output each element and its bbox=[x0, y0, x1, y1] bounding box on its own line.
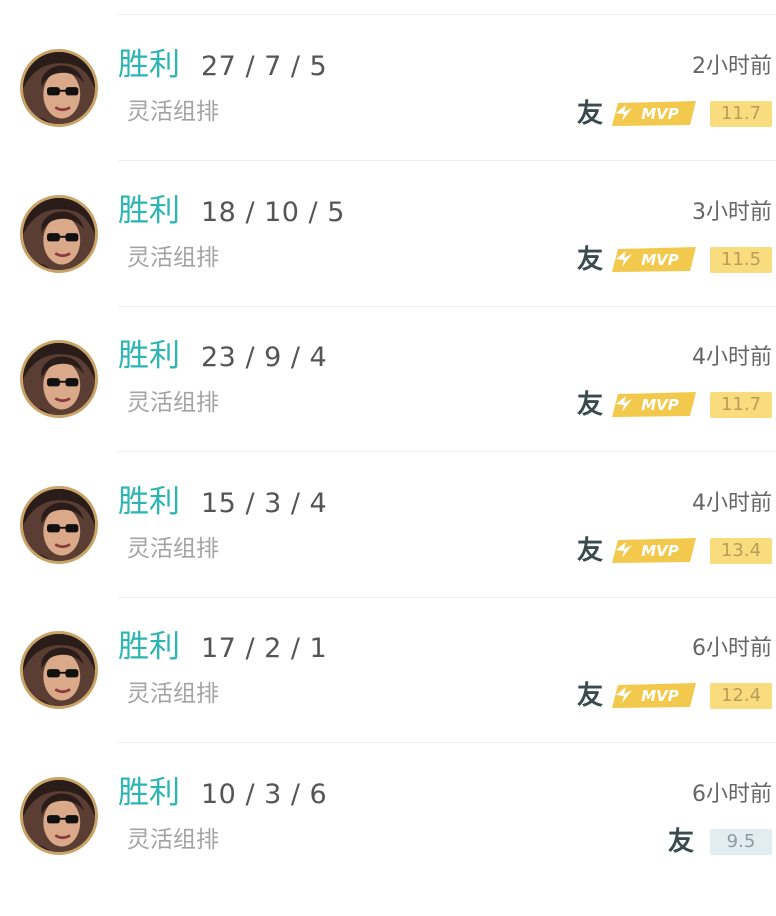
friend-tag: 友 bbox=[577, 99, 604, 129]
svg-text:MVP: MVP bbox=[641, 251, 679, 269]
match-time: 4小时前 bbox=[692, 345, 772, 370]
game-mode: 灵活组排 bbox=[127, 681, 219, 707]
kda-stats: 17 / 2 / 1 bbox=[201, 633, 328, 664]
mvp-badge-icon: MVP bbox=[612, 101, 696, 126]
kda-stats: 15 / 3 / 4 bbox=[201, 487, 328, 519]
match-time: 4小时前 bbox=[692, 490, 772, 516]
mvp-badge-icon: MVP bbox=[612, 683, 696, 708]
performance-score: 13.4 bbox=[710, 537, 772, 564]
hero-avatar-icon bbox=[20, 194, 98, 273]
mvp-badge-icon: MVP bbox=[612, 392, 696, 417]
game-mode: 灵活组排 bbox=[127, 390, 219, 416]
match-row[interactable]: 胜利 10 / 3 / 6 灵活组排 6小时前 友 9.5 bbox=[0, 771, 776, 916]
match-result: 胜利 bbox=[118, 483, 180, 520]
mvp-badge-icon: MVP bbox=[612, 537, 696, 563]
mvp-badge-icon: MVP bbox=[612, 246, 696, 272]
performance-score: 11.7 bbox=[710, 392, 772, 418]
friend-tag: 友 bbox=[577, 681, 604, 711]
row-divider bbox=[118, 742, 776, 743]
svg-text:MVP: MVP bbox=[641, 105, 679, 123]
match-time: 3小时前 bbox=[692, 199, 772, 225]
friend-tag: 友 bbox=[577, 390, 604, 420]
game-mode: 灵活组排 bbox=[127, 99, 219, 125]
friend-tag: 友 bbox=[668, 826, 695, 857]
match-result: 胜利 bbox=[118, 192, 180, 229]
hero-avatar-icon bbox=[20, 485, 98, 564]
game-mode: 灵活组排 bbox=[127, 535, 219, 562]
performance-score: 9.5 bbox=[710, 828, 772, 855]
hero-avatar-icon bbox=[20, 776, 98, 855]
friend-tag: 友 bbox=[577, 244, 604, 275]
kda-stats: 23 / 9 / 4 bbox=[201, 342, 328, 373]
hero-avatar-icon bbox=[20, 340, 98, 418]
row-divider bbox=[118, 305, 776, 307]
match-row[interactable]: 胜利 17 / 2 / 1 灵活组排 6小时前 友 MVP 12.4 bbox=[0, 625, 776, 770]
svg-text:MVP: MVP bbox=[641, 542, 679, 560]
row-divider bbox=[118, 160, 776, 161]
match-result: 胜利 bbox=[118, 47, 180, 83]
kda-stats: 27 / 7 / 5 bbox=[201, 51, 328, 82]
match-time: 6小时前 bbox=[692, 636, 772, 661]
kda-stats: 10 / 3 / 6 bbox=[201, 778, 328, 810]
friend-tag: 友 bbox=[577, 535, 604, 566]
svg-text:MVP: MVP bbox=[641, 687, 679, 705]
game-mode: 灵活组排 bbox=[127, 244, 219, 271]
row-divider bbox=[118, 14, 776, 15]
match-time: 6小时前 bbox=[692, 781, 772, 807]
row-divider bbox=[118, 451, 776, 452]
match-result: 胜利 bbox=[118, 774, 180, 811]
match-row[interactable]: 胜利 27 / 7 / 5 灵活组排 2小时前 友 MVP 11.7 bbox=[0, 43, 776, 188]
performance-score: 12.4 bbox=[710, 683, 772, 709]
performance-score: 11.7 bbox=[710, 101, 772, 127]
match-result: 胜利 bbox=[118, 338, 180, 374]
match-row[interactable]: 胜利 18 / 10 / 5 灵活组排 3小时前 友 MVP 11.5 bbox=[0, 189, 776, 334]
performance-score: 11.5 bbox=[710, 246, 772, 273]
hero-avatar-icon bbox=[20, 49, 98, 127]
match-time: 2小时前 bbox=[692, 54, 772, 79]
game-mode: 灵活组排 bbox=[127, 826, 219, 853]
svg-text:MVP: MVP bbox=[641, 396, 679, 414]
match-row[interactable]: 胜利 15 / 3 / 4 灵活组排 4小时前 友 MVP 13.4 bbox=[0, 480, 776, 625]
kda-stats: 18 / 10 / 5 bbox=[201, 196, 345, 228]
match-row[interactable]: 胜利 23 / 9 / 4 灵活组排 4小时前 友 MVP 11.7 bbox=[0, 334, 776, 479]
match-result: 胜利 bbox=[118, 629, 180, 665]
row-divider bbox=[118, 596, 776, 598]
hero-avatar-icon bbox=[20, 631, 98, 709]
